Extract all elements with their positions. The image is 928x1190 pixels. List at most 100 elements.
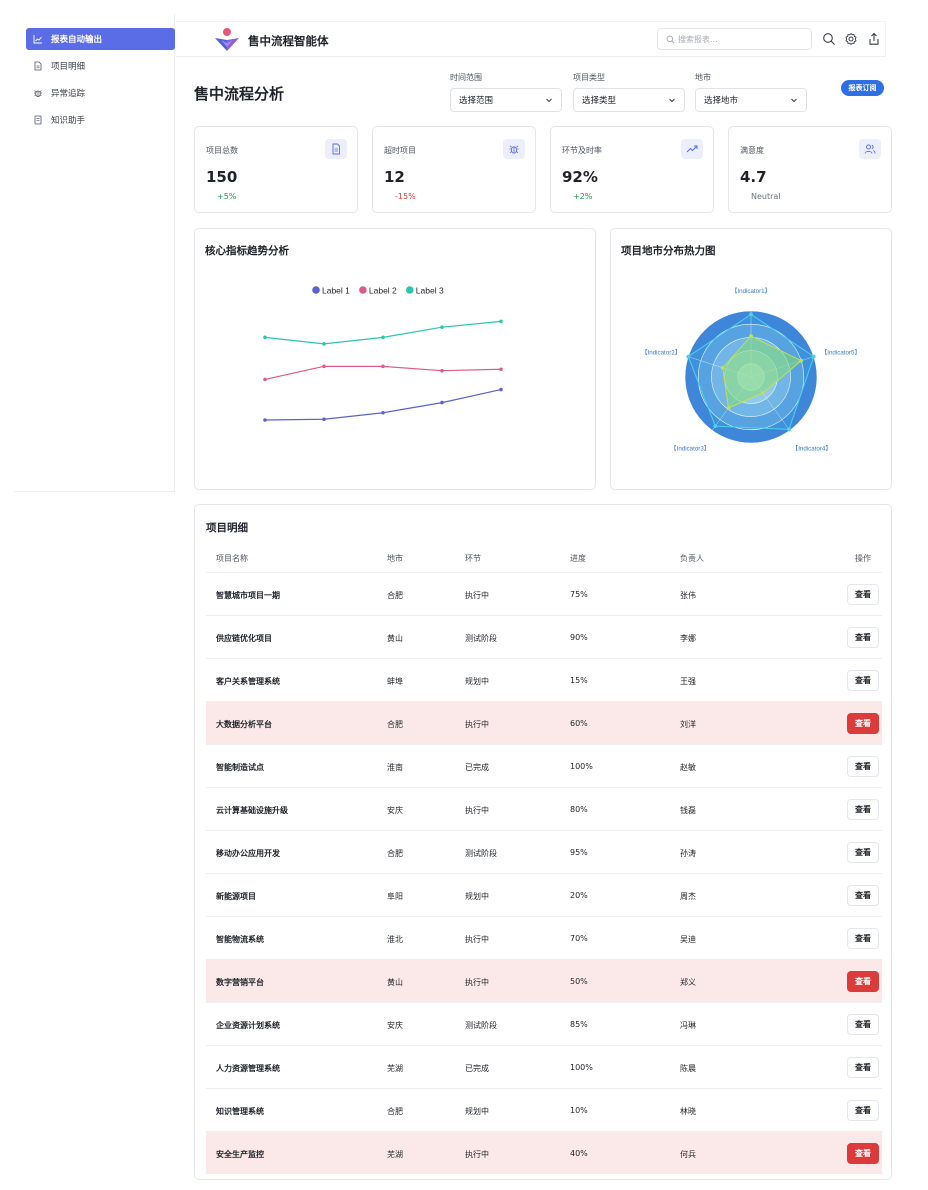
stage-cell: 已完成 — [465, 763, 489, 772]
data-point[interactable] — [499, 387, 503, 392]
data-point[interactable] — [440, 368, 444, 373]
table-row: 智能物流系统 淮北 执行中 70% 吴迪 查看 — [206, 916, 882, 959]
radar-indicator-label: 【Indicator5】 — [821, 349, 861, 356]
radar-point[interactable] — [686, 354, 691, 359]
kpi-delta: Neutral — [751, 192, 781, 201]
data-point[interactable] — [381, 335, 385, 340]
bug-icon — [503, 139, 525, 159]
view-button[interactable]: 查看 — [847, 799, 879, 820]
radar-point[interactable] — [811, 354, 816, 359]
view-button[interactable]: 查看 — [847, 1100, 879, 1121]
column-header-city: 地市 — [387, 554, 403, 563]
city-cell: 黄山 — [387, 634, 403, 643]
select-value: 选择地市 — [704, 96, 739, 106]
data-point[interactable] — [263, 418, 267, 422]
table-row: 智慧城市项目一期 合肥 执行中 75% 张伟 查看 — [206, 572, 882, 615]
project-name-cell: 智慧城市项目一期 — [216, 591, 280, 600]
data-point[interactable] — [499, 367, 503, 372]
share-icon[interactable] — [867, 31, 881, 45]
radar-indicator-label: 【Indicator3】 — [670, 446, 710, 453]
legend-item[interactable]: Label 3 — [405, 286, 444, 296]
report-subscribe-button[interactable]: 报表订阅 — [841, 80, 884, 96]
legend-item[interactable]: Label 2 — [359, 286, 397, 296]
city-cell: 安庆 — [387, 806, 403, 815]
data-point[interactable] — [381, 410, 385, 415]
table-row: 数字营销平台 黄山 执行中 50% 郑义 查看 — [206, 959, 882, 1002]
owner-cell: 张伟 — [680, 591, 696, 600]
sidebar-item-label: 报表自动输出 — [51, 35, 103, 45]
sidebar-item-knowledge-assistant[interactable]: 知识助手 — [26, 109, 175, 131]
series-line — [264, 365, 502, 380]
table-row: 供应链优化项目 黄山 测试阶段 90% 李娜 查看 — [206, 615, 882, 658]
data-point[interactable] — [263, 377, 267, 382]
data-point[interactable] — [499, 319, 503, 324]
table-row: 新能源项目 阜阳 规划中 20% 周杰 查看 — [206, 873, 882, 916]
chevron-down-icon — [791, 98, 797, 103]
progress-cell: 80% — [570, 805, 588, 814]
project-type-select[interactable]: 选择类型 — [573, 88, 685, 112]
project-name-cell: 供应链优化项目 — [216, 634, 272, 643]
data-point[interactable] — [381, 364, 385, 369]
city-cell: 芜湖 — [387, 1064, 403, 1073]
view-button[interactable]: 查看 — [847, 713, 879, 734]
data-point[interactable] — [440, 400, 444, 405]
series-line — [264, 320, 502, 345]
legend-label: Label 3 — [416, 286, 444, 296]
city-select[interactable]: 选择地市 — [695, 88, 807, 112]
stage-cell: 规划中 — [465, 1107, 489, 1116]
project-name-cell: 智能物流系统 — [216, 935, 264, 944]
table-row: 大数据分析平台 合肥 执行中 60% 刘洋 查看 — [206, 701, 882, 744]
view-button[interactable]: 查看 — [847, 1057, 879, 1078]
view-button[interactable]: 查看 — [847, 1143, 879, 1164]
select-value: 选择类型 — [582, 96, 617, 106]
radar-point[interactable] — [713, 424, 718, 429]
sidebar-item-exception-tracking[interactable]: 异常追踪 — [26, 82, 175, 104]
radar-point[interactable] — [787, 427, 791, 432]
progress-cell: 75% — [570, 590, 588, 599]
app-logo — [212, 26, 242, 54]
search-icon — [666, 35, 675, 44]
legend-item[interactable]: Label 1 — [312, 286, 350, 296]
document-icon — [33, 61, 43, 71]
owner-cell: 何兵 — [680, 1150, 696, 1159]
view-button[interactable]: 查看 — [847, 885, 879, 906]
view-button[interactable]: 查看 — [847, 971, 879, 992]
filter-label-type: 项目类型 — [573, 73, 605, 82]
data-point[interactable] — [322, 342, 326, 346]
settings-icon[interactable] — [844, 31, 858, 46]
time-range-select[interactable]: 选择范围 — [450, 88, 562, 112]
project-name-cell: 移动办公应用开发 — [216, 849, 280, 858]
view-button[interactable]: 查看 — [847, 842, 879, 863]
city-cell: 安庆 — [387, 1021, 403, 1030]
city-cell: 蚌埠 — [387, 677, 403, 686]
view-button[interactable]: 查看 — [847, 584, 879, 605]
view-button[interactable]: 查看 — [847, 928, 879, 949]
owner-cell: 陈晨 — [680, 1064, 696, 1073]
city-cell: 淮南 — [387, 763, 403, 772]
progress-cell: 50% — [570, 977, 588, 986]
sidebar-item-project-details[interactable]: 项目明细 — [26, 55, 175, 77]
owner-cell: 周杰 — [680, 892, 696, 901]
bug-icon — [33, 88, 43, 98]
sidebar-item-report-output[interactable]: 报表自动输出 — [26, 28, 175, 50]
view-button[interactable]: 查看 — [847, 756, 879, 777]
table-row: 人力资源管理系统 芜湖 已完成 100% 陈晨 查看 — [206, 1045, 882, 1088]
data-point[interactable] — [322, 364, 326, 369]
data-point[interactable] — [263, 335, 267, 340]
stage-cell: 执行中 — [465, 978, 489, 987]
view-button[interactable]: 查看 — [847, 1014, 879, 1035]
city-radar-chart: 【Indicator1】【Indicator5】【Indicator4】 【Ind… — [641, 288, 861, 453]
view-button[interactable]: 查看 — [847, 670, 879, 691]
data-point[interactable] — [440, 325, 444, 329]
radar-point[interactable] — [749, 312, 753, 317]
kpi-card-overdue-projects: 超时项目 12 -15% — [372, 126, 536, 213]
page-title: 售中流程分析 — [194, 85, 285, 103]
search-icon[interactable] — [822, 31, 836, 45]
owner-cell: 孙涛 — [680, 849, 696, 858]
city-distribution-panel: 项目地市分布热力图 【Indicator1】 【Indicator5】 【Indic… — [610, 228, 892, 490]
view-button[interactable]: 查看 — [847, 627, 879, 648]
kpi-card-stage-timeliness: 环节及时率 92% +2% — [550, 126, 714, 213]
search-input[interactable]: 搜索报表... — [657, 28, 812, 50]
data-point[interactable] — [322, 417, 326, 422]
table-row: 智能制造试点 淮南 已完成 100% 赵敏 查看 — [206, 744, 882, 787]
